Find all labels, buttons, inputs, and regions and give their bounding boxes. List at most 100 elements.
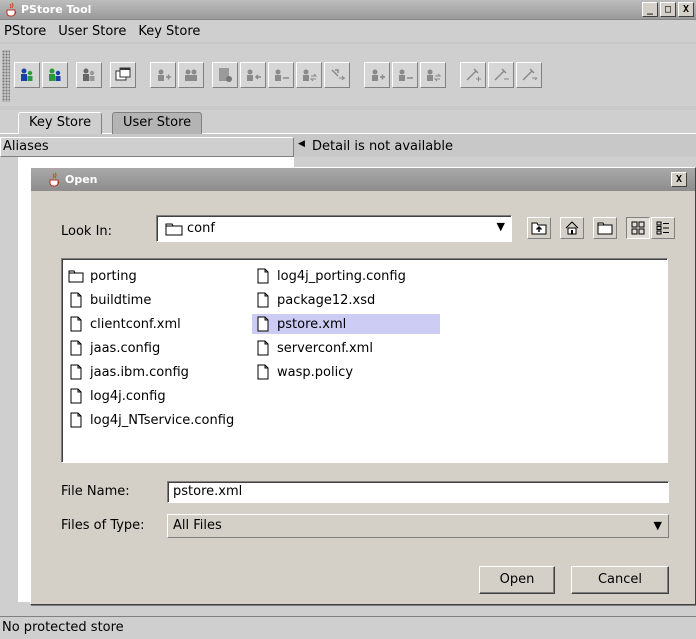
look-in-value: conf	[187, 221, 215, 236]
file-icon	[257, 340, 269, 356]
file-icon	[257, 316, 269, 332]
tab-key-store[interactable]: Key Store	[18, 112, 103, 134]
list-item[interactable]: package12.xsd	[252, 290, 375, 310]
open-button[interactable]: Open	[479, 566, 555, 594]
users-gray-icon[interactable]	[76, 62, 102, 88]
list-item[interactable]: porting	[65, 266, 137, 286]
list-item-selected[interactable]: pstore.xml	[252, 314, 440, 334]
chevron-down-icon: ▼	[653, 519, 662, 532]
file-icon	[70, 364, 82, 380]
dialog-close-button[interactable]: X	[671, 172, 687, 187]
open-dialog: Open X Look In: conf ▼ porting buildtime…	[30, 167, 696, 605]
menu-pstore[interactable]: PStore	[4, 24, 46, 39]
java-cup-icon	[6, 2, 17, 17]
window-icon[interactable]	[110, 62, 136, 88]
user-keys-icon[interactable]	[178, 62, 204, 88]
file-name: log4j_porting.config	[277, 268, 406, 284]
group-add-icon[interactable]	[364, 62, 390, 88]
home-icon	[565, 221, 579, 235]
close-button[interactable]: X	[678, 2, 694, 17]
list-item[interactable]: jaas.config	[65, 338, 160, 358]
key-add-icon[interactable]	[460, 62, 486, 88]
list-item[interactable]: log4j.config	[65, 386, 166, 406]
file-icon	[70, 292, 82, 308]
file-icon	[70, 388, 82, 404]
list-item[interactable]: clientconf.xml	[65, 314, 181, 334]
chevron-down-icon: ▼	[496, 220, 505, 233]
files-of-type-dropdown[interactable]: All Files ▼	[167, 514, 669, 538]
file-icon	[257, 292, 269, 308]
cancel-button[interactable]: Cancel	[571, 566, 669, 594]
file-name-input[interactable]: pstore.xml	[167, 481, 669, 503]
certificate-icon[interactable]	[212, 62, 238, 88]
folder-icon	[165, 223, 183, 236]
minimize-button[interactable]: _	[642, 2, 658, 17]
detail-label: Detail is not available	[312, 139, 454, 154]
user-sync-icon[interactable]	[296, 62, 322, 88]
key-remove-icon[interactable]	[488, 62, 514, 88]
users-green-icon[interactable]	[42, 62, 68, 88]
up-folder-button[interactable]	[527, 217, 551, 239]
list-item[interactable]: log4j_NTservice.config	[65, 410, 234, 430]
aliases-header: Aliases	[0, 137, 294, 157]
users-blue-icon[interactable]	[14, 62, 40, 88]
menu-key-store[interactable]: Key Store	[138, 24, 200, 39]
files-of-type-label: Files of Type:	[61, 518, 145, 533]
maximize-button[interactable]: □	[660, 2, 676, 17]
list-item[interactable]: log4j_porting.config	[252, 266, 406, 286]
file-icon	[70, 340, 82, 356]
list-view-button[interactable]	[626, 217, 650, 239]
group-sync-icon[interactable]	[420, 62, 446, 88]
status-bar: No protected store	[0, 616, 696, 639]
folder-icon	[68, 270, 84, 283]
key-arrow-icon[interactable]	[324, 62, 350, 88]
home-button[interactable]	[560, 217, 584, 239]
list-view-icon	[631, 221, 645, 235]
file-name: wasp.policy	[277, 364, 354, 380]
splitter-arrow-icon[interactable]: ◀	[298, 139, 305, 149]
file-name: clientconf.xml	[90, 316, 181, 332]
file-list[interactable]: porting buildtime clientconf.xml jaas.co…	[61, 258, 668, 463]
file-name: buildtime	[90, 292, 152, 308]
user-import-icon[interactable]	[240, 62, 266, 88]
file-name: jaas.config	[90, 340, 161, 356]
up-folder-icon	[531, 222, 547, 235]
file-name: package12.xsd	[277, 292, 376, 308]
file-name: pstore.xml	[277, 316, 347, 332]
menubar: PStore User Store Key Store	[0, 20, 696, 42]
list-item[interactable]: buildtime	[65, 290, 151, 310]
file-icon	[70, 316, 82, 332]
list-item[interactable]: serverconf.xml	[252, 338, 373, 358]
user-remove-icon[interactable]	[268, 62, 294, 88]
file-name: log4j_NTservice.config	[90, 412, 235, 428]
java-cup-icon	[49, 172, 60, 187]
file-icon	[70, 412, 82, 428]
toolbar-grip[interactable]	[2, 50, 10, 102]
menu-user-store[interactable]: User Store	[58, 24, 126, 39]
window-title: PStore Tool	[21, 3, 92, 16]
file-name: serverconf.xml	[277, 340, 373, 356]
add-user-icon[interactable]	[150, 62, 176, 88]
file-icon	[257, 364, 269, 380]
new-folder-button[interactable]	[593, 217, 617, 239]
dialog-title: Open	[65, 173, 98, 186]
details-view-icon	[656, 221, 669, 235]
key-sync-icon[interactable]	[516, 62, 542, 88]
window-titlebar[interactable]: PStore Tool _ □ X	[0, 0, 696, 20]
file-name: log4j.config	[90, 388, 166, 404]
file-name: jaas.ibm.config	[90, 364, 189, 380]
list-item[interactable]: jaas.ibm.config	[65, 362, 189, 382]
dialog-titlebar[interactable]: Open X	[31, 168, 695, 191]
store-tabs: Key Store User Store	[0, 110, 696, 134]
file-name: porting	[90, 268, 137, 284]
details-view-button[interactable]	[651, 217, 675, 239]
group-remove-icon[interactable]	[392, 62, 418, 88]
look-in-label: Look In:	[61, 224, 113, 239]
list-item[interactable]: wasp.policy	[252, 362, 353, 382]
new-folder-icon	[597, 222, 613, 235]
tab-user-store[interactable]: User Store	[112, 112, 203, 134]
toolbar	[0, 44, 696, 106]
file-name-label: File Name:	[61, 484, 130, 499]
look-in-dropdown[interactable]: conf ▼	[156, 215, 512, 242]
files-of-type-value: All Files	[173, 518, 222, 533]
